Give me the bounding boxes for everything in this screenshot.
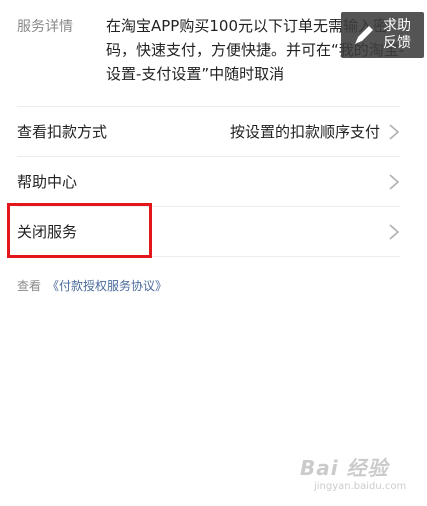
baidu-jingyan-watermark: Bai 经验 jingyan.baidu.com [300, 452, 412, 496]
chevron-right-icon [388, 173, 400, 191]
row-close-service[interactable]: 关闭服务 [17, 206, 400, 256]
watermark-url: jingyan.baidu.com [314, 481, 407, 492]
agreement-prefix: 查看 [17, 279, 42, 293]
row-deduction-method-label: 查看扣款方式 [17, 123, 108, 141]
feedback-label-line1: 求助 [383, 18, 411, 34]
watermark-brand: Bai 经验 [300, 456, 389, 480]
feedback-button[interactable]: 求助 反馈 [341, 12, 424, 58]
service-detail-label: 服务详情 [17, 19, 73, 35]
row-help-center-label: 帮助中心 [17, 173, 78, 191]
row-close-service-label: 关闭服务 [17, 223, 78, 241]
feedback-label-line2: 反馈 [383, 35, 411, 51]
agreement-line: 查看 《付款授权服务协议》 [17, 277, 167, 294]
pencil-icon [351, 22, 377, 48]
row-help-center[interactable]: 帮助中心 [17, 156, 400, 206]
row-deduction-method[interactable]: 查看扣款方式 按设置的扣款顺序支付 [17, 106, 400, 156]
chevron-right-icon [388, 123, 400, 141]
divider [17, 256, 400, 257]
chevron-right-icon [388, 223, 400, 241]
agreement-link[interactable]: 《付款授权服务协议》 [47, 279, 167, 293]
row-deduction-method-value: 按设置的扣款顺序支付 [229, 123, 380, 141]
